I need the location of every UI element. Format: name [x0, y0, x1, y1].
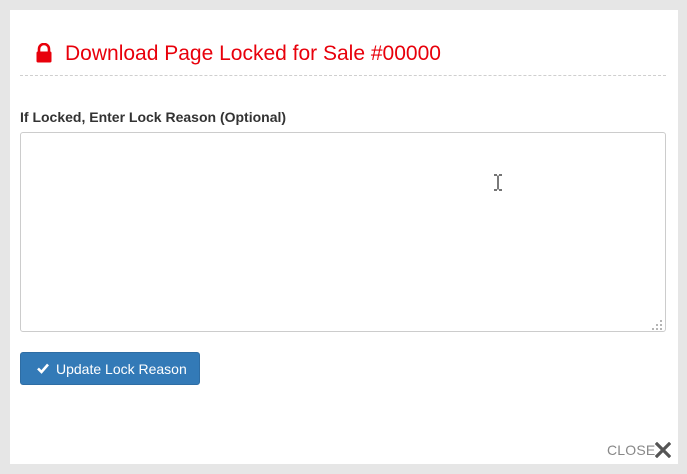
dialog-header: Download Page Locked for Sale #00000 — [20, 40, 666, 76]
lock-icon — [36, 43, 52, 63]
close-icon — [655, 442, 671, 458]
resize-grip-icon[interactable] — [650, 318, 664, 332]
update-lock-reason-label: Update Lock Reason — [56, 361, 187, 377]
dialog-title: Download Page Locked for Sale #00000 — [65, 42, 441, 65]
lock-dialog: Download Page Locked for Sale #00000 If … — [10, 10, 678, 464]
lock-reason-label: If Locked, Enter Lock Reason (Optional) — [20, 109, 287, 125]
close-button[interactable]: CLOSE — [607, 440, 677, 460]
check-icon — [37, 363, 49, 374]
close-label: CLOSE — [607, 442, 656, 458]
update-lock-reason-button[interactable]: Update Lock Reason — [20, 352, 200, 385]
lock-reason-textarea[interactable] — [20, 132, 666, 332]
text-cursor-icon — [494, 174, 502, 191]
